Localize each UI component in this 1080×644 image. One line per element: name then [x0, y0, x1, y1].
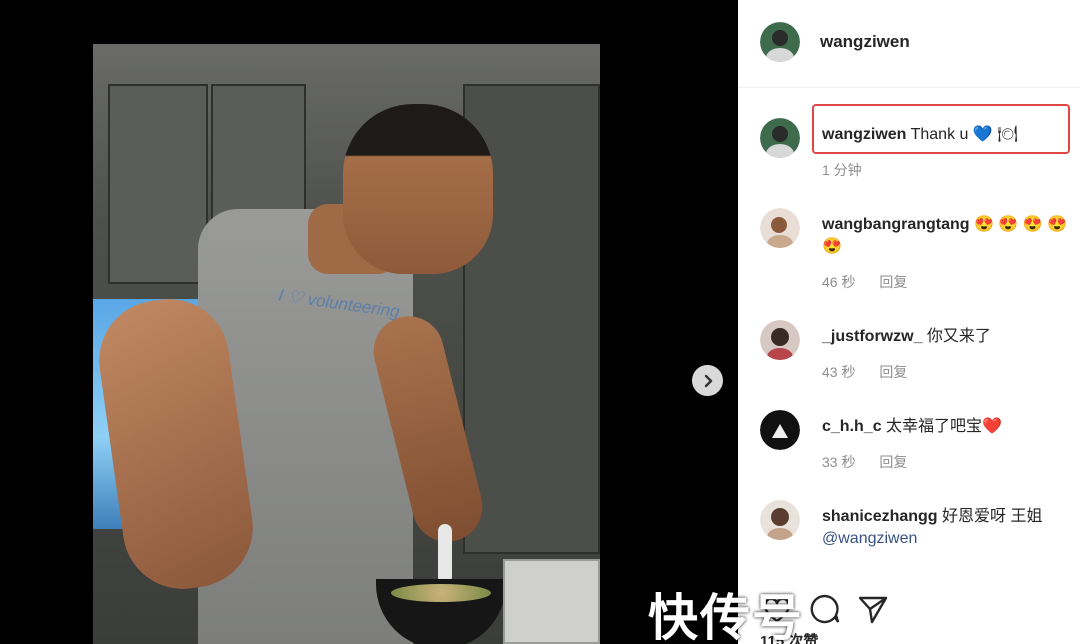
comment-time: 43 秒 [822, 364, 856, 380]
comment-body: 太幸福了吧宝❤️ [886, 418, 1002, 435]
comment-time: 33 秒 [822, 454, 856, 470]
spoon [438, 524, 452, 584]
kitchen-cabinet [108, 84, 208, 284]
comment-body: Thank u 💙 🍽 [910, 126, 1018, 143]
like-button[interactable] [760, 592, 794, 626]
comment-meta: 33 秒 回复 [822, 452, 907, 472]
reply-button[interactable]: 回复 [879, 364, 907, 380]
comment-username[interactable]: wangbangrangtang [822, 216, 970, 233]
person-head [343, 104, 493, 274]
share-icon [858, 596, 888, 624]
reply-button[interactable]: 回复 [879, 454, 907, 470]
comment-meta: 46 秒 回复 [822, 272, 907, 292]
comment-text: _justforwzw_ 你又来了 [822, 326, 1080, 348]
bowl-food [391, 584, 491, 602]
avatar[interactable] [760, 208, 800, 248]
avatar[interactable] [760, 500, 800, 540]
comment-text: c_h.h_c 太幸福了吧宝❤️ [822, 416, 1080, 438]
chevron-right-icon [704, 374, 712, 387]
avatar[interactable] [760, 320, 800, 360]
avatar[interactable] [760, 22, 800, 62]
heart-icon [763, 597, 791, 623]
next-photo-button[interactable] [692, 365, 723, 396]
comment-body: 你又来了 [926, 328, 991, 345]
comment-body: 😍 😍 😍 😍 [974, 216, 1068, 233]
comment-username[interactable]: shanicezhangg [822, 508, 938, 525]
comment-text: shanicezhangg 好恩爱呀 王姐 @wangziwen [822, 506, 1080, 550]
mention-link[interactable]: @wangziwen [822, 530, 917, 547]
comment-meta: 43 秒 回复 [822, 362, 907, 382]
comment-body: 好恩爱呀 王姐 [942, 508, 1043, 525]
comments-panel: wangziwen wangziwen Thank u 💙 🍽 1 分钟 wan… [738, 0, 1080, 644]
comment-text: wangbangrangtang 😍 😍 😍 😍 😍 [822, 214, 1080, 258]
comment-username[interactable]: c_h.h_c [822, 418, 882, 435]
counter-box [503, 559, 600, 644]
comment-username[interactable]: wangziwen [822, 126, 906, 143]
comment-time: 46 秒 [822, 274, 856, 290]
avatar[interactable] [760, 118, 800, 158]
post-username[interactable]: wangziwen [820, 32, 910, 52]
comment-button[interactable] [808, 592, 842, 626]
comment-time: 1 分钟 [822, 162, 862, 178]
share-button[interactable] [856, 592, 890, 626]
post-media-area: I ♡ volunteering [0, 0, 738, 644]
likes-count[interactable]: 115 次赞 [760, 630, 818, 644]
post-photo[interactable]: I ♡ volunteering [93, 44, 600, 644]
comment-text: wangziwen Thank u 💙 🍽 [822, 124, 1080, 146]
comment-meta: 1 分钟 [822, 160, 862, 180]
comment-body-line2: 😍 [822, 238, 842, 255]
comment-username[interactable]: _justforwzw_ [822, 328, 922, 345]
comment-icon [810, 594, 840, 624]
avatar[interactable] [760, 410, 800, 450]
post-header: wangziwen [738, 0, 1080, 88]
reply-button[interactable]: 回复 [879, 274, 907, 290]
